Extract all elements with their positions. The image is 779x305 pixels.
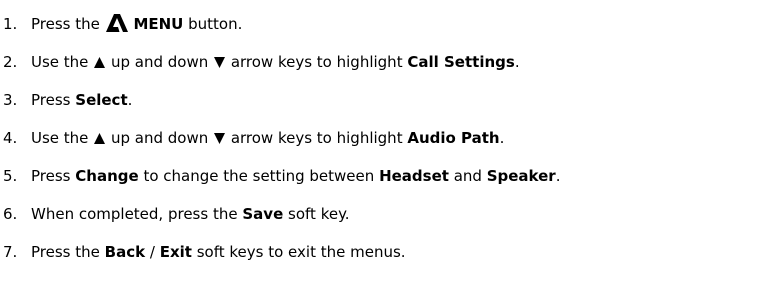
up-triangle-icon — [94, 57, 106, 68]
step-1: 1. Press the MENU button. — [3, 14, 779, 52]
speaker-label: Speaker — [486, 167, 556, 185]
step-text: . — [499, 129, 505, 147]
step-number: 6. — [3, 205, 18, 223]
step-text: When completed, press the — [31, 205, 238, 223]
step-text: Use the — [31, 129, 89, 147]
step-text: Press — [31, 167, 71, 185]
down-triangle-icon — [214, 133, 226, 144]
step-number: 3. — [3, 91, 18, 109]
step-text: Press — [31, 91, 71, 109]
down-triangle-icon — [214, 57, 226, 68]
step-text: Press the — [31, 15, 100, 33]
headset-label: Headset — [379, 167, 449, 185]
step-5: 5. Press Change to change the setting bet… — [3, 166, 779, 204]
step-text: up and down — [110, 129, 209, 147]
step-number: 1. — [3, 15, 18, 33]
step-number: 5. — [3, 167, 18, 185]
step-text: to change the setting between — [143, 167, 375, 185]
save-label: Save — [242, 205, 284, 223]
step-text: soft key. — [288, 205, 350, 223]
step-text: arrow keys to highlight — [230, 53, 403, 71]
menu-label: MENU — [133, 15, 184, 33]
avaya-a-logo-icon — [105, 14, 128, 32]
step-text: . — [555, 167, 561, 185]
exit-label: Exit — [159, 243, 192, 261]
step-6: 6. When completed, press the Save soft ke… — [3, 204, 779, 242]
audio-path-label: Audio Path — [407, 129, 500, 147]
step-text: Use the — [31, 53, 89, 71]
back-label: Back — [104, 243, 146, 261]
step-text: and — [453, 167, 482, 185]
step-text: / — [149, 243, 155, 261]
step-number: 2. — [3, 53, 18, 71]
instruction-list: 1. Press the MENU button. 2. Use the up an… — [3, 14, 779, 280]
change-label: Change — [75, 167, 139, 185]
step-number: 7. — [3, 243, 18, 261]
step-text: arrow keys to highlight — [230, 129, 403, 147]
up-triangle-icon — [94, 133, 106, 144]
step-4: 4. Use the up and down arrow keys to high… — [3, 128, 779, 166]
step-3: 3. Press Select. — [3, 90, 779, 128]
step-text: soft keys to exit the menus. — [196, 243, 406, 261]
step-text: . — [514, 53, 520, 71]
step-text: Press the — [31, 243, 100, 261]
step-2: 2. Use the up and down arrow keys to high… — [3, 52, 779, 90]
step-number: 4. — [3, 129, 18, 147]
call-settings-label: Call Settings — [407, 53, 515, 71]
step-text: button. — [188, 15, 243, 33]
select-label: Select — [75, 91, 128, 109]
step-text: up and down — [110, 53, 209, 71]
step-7: 7. Press the Back / Exit soft keys to exi… — [3, 242, 779, 280]
step-text: . — [127, 91, 133, 109]
